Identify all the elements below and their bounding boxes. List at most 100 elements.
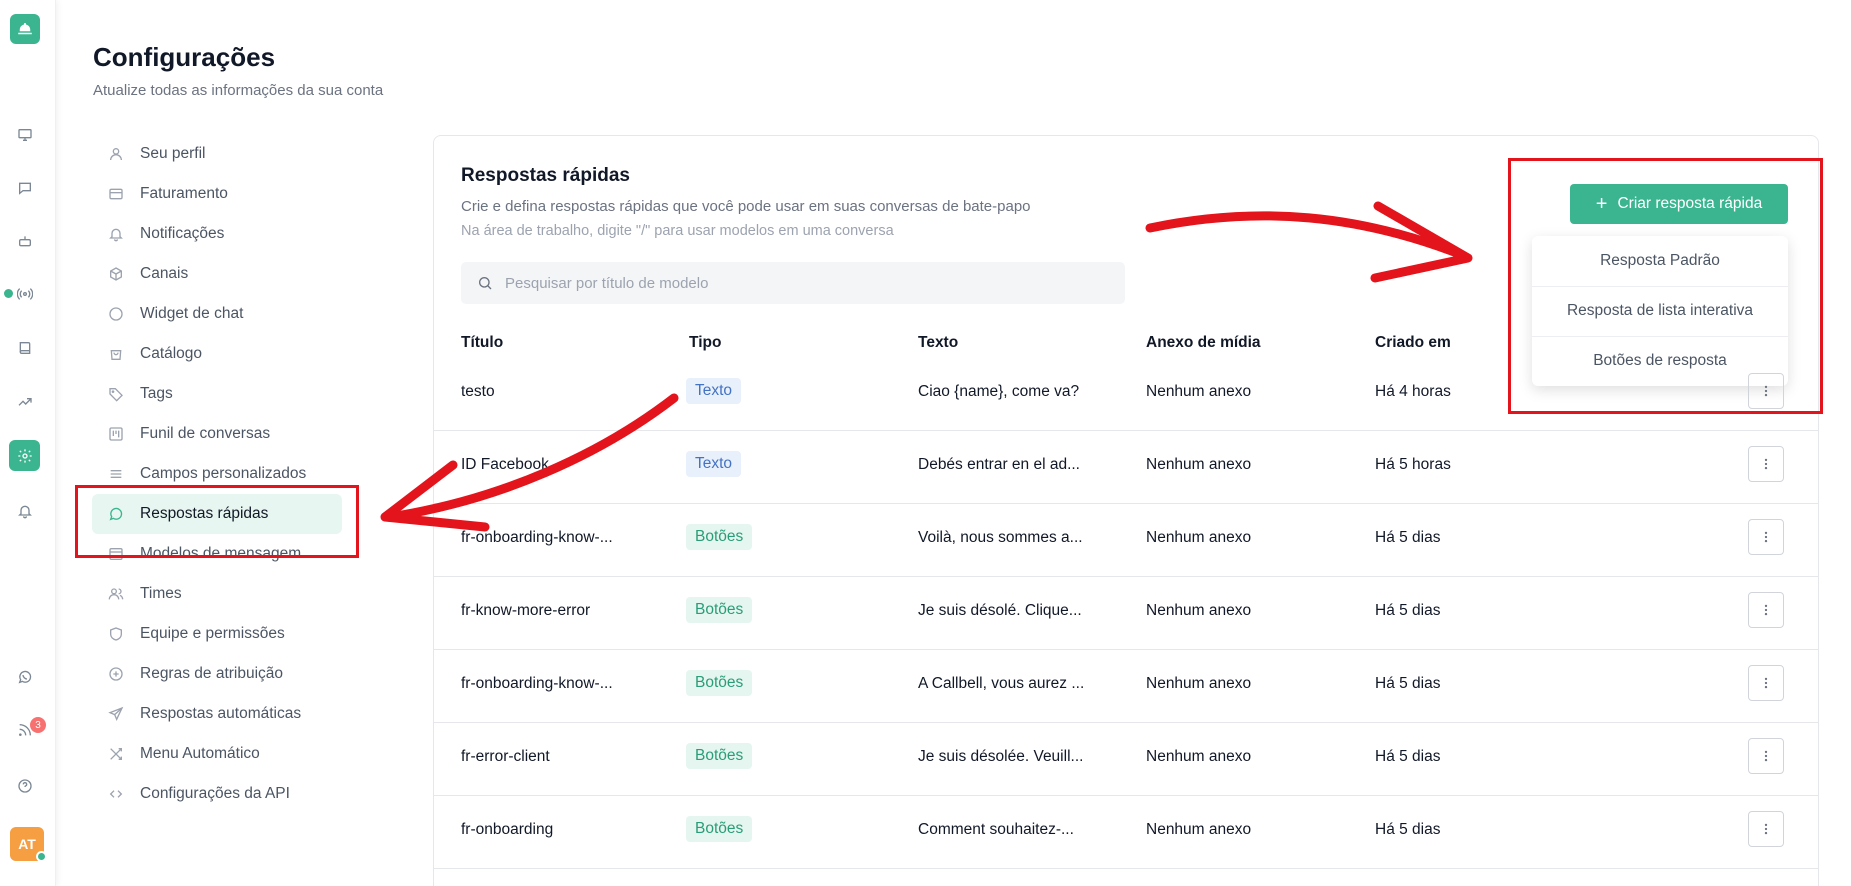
type-badge: Botões (686, 670, 753, 696)
cell-text: Voilà, nous sommes a... (918, 529, 1083, 546)
search-input[interactable] (505, 274, 1105, 292)
more-vertical-icon (1764, 823, 1768, 835)
annotation-box-create-menu (1508, 158, 1823, 414)
cell-created: Há 5 dias (1375, 821, 1441, 838)
more-vertical-icon (1764, 750, 1768, 762)
nav-item-canais[interactable]: Canais (92, 254, 342, 294)
search-icon (479, 277, 492, 290)
plus-circle-icon (109, 667, 123, 681)
nav-item-times[interactable]: Times (92, 574, 342, 614)
cell-text: A Callbell, vous aurez ... (918, 675, 1085, 692)
trending-icon[interactable] (14, 391, 36, 413)
cell-text: Ciao {name}, come va? (918, 383, 1080, 400)
user-icon (110, 148, 122, 161)
online-status-dot (4, 289, 13, 298)
nav-item-respostas-automaticas[interactable]: Respostas automáticas (92, 694, 342, 734)
nav-item-label: Equipe e permissões (140, 625, 285, 642)
gear-icon[interactable] (9, 440, 40, 471)
cell-media: Nenhum anexo (1146, 602, 1252, 619)
row-actions-button[interactable] (1748, 665, 1784, 701)
nav-item-label: Canais (140, 265, 189, 282)
cell-media: Nenhum anexo (1146, 675, 1252, 692)
cell-title: fr-error-client (461, 748, 550, 765)
table-row: fr-onboarding Botões Comment souhaitez-.… (434, 796, 1818, 869)
row-actions-button[interactable] (1748, 592, 1784, 628)
circle-icon (109, 307, 123, 321)
nav-item-notificacoes[interactable]: Notificações (92, 214, 342, 254)
type-badge: Botões (686, 743, 753, 769)
app-rail: 3 AT (0, 0, 56, 886)
cube-icon (110, 267, 122, 281)
cell-title: testo (461, 383, 495, 400)
send-icon (108, 706, 124, 721)
chat-icon[interactable] (14, 177, 36, 199)
table-row: fr-know-more-error Botões Je suis désolé… (434, 577, 1818, 650)
page-subtitle: Atualize todas as informações da sua con… (93, 82, 384, 99)
column-header-type: Tipo (689, 334, 722, 351)
cell-text: Je suis désolée. Veuill... (918, 748, 1084, 765)
row-actions-button[interactable] (1748, 738, 1784, 774)
bot-icon[interactable] (14, 230, 36, 252)
cell-media: Nenhum anexo (1146, 748, 1252, 765)
nav-item-faturamento[interactable]: Faturamento (92, 174, 342, 214)
cell-media: Nenhum anexo (1146, 456, 1252, 473)
nav-item-label: Menu Automático (140, 745, 260, 762)
nav-item-regras-de-atribuicao[interactable]: Regras de atribuição (92, 654, 342, 694)
nav-item-catalogo[interactable]: Catálogo (92, 334, 342, 374)
nav-item-label: Notificações (140, 225, 225, 242)
cell-title: fr-know-more-error (461, 602, 591, 619)
cell-created: Há 5 horas (1375, 456, 1451, 473)
nav-item-equipe-e-permissoes[interactable]: Equipe e permissões (92, 614, 342, 654)
nav-item-label: Seu perfil (140, 145, 206, 162)
nav-item-seu-perfil[interactable]: Seu perfil (92, 134, 342, 174)
cell-created: Há 5 dias (1375, 675, 1441, 692)
type-badge: Botões (686, 597, 753, 623)
nav-item-funil-de-conversas[interactable]: Funil de conversas (92, 414, 342, 454)
nav-item-label: Catálogo (140, 345, 203, 362)
type-badge: Botões (686, 816, 753, 842)
more-vertical-icon (1764, 604, 1768, 616)
cell-media: Nenhum anexo (1146, 821, 1252, 838)
help-icon[interactable] (14, 775, 36, 797)
cell-created: Há 5 dias (1375, 748, 1441, 765)
nav-item-label: Funil de conversas (140, 425, 271, 442)
column-header-text: Texto (918, 334, 959, 351)
monitor-icon[interactable] (14, 124, 36, 146)
table-row: fr-error-client Botões Je suis désolée. … (434, 723, 1818, 796)
page-title: Configurações (93, 42, 276, 72)
nav-item-label: Widget de chat (140, 305, 244, 322)
more-vertical-icon (1764, 677, 1768, 689)
annotation-box-nav-item (75, 485, 359, 558)
whatsapp-icon[interactable] (14, 666, 36, 688)
row-actions-button[interactable] (1748, 519, 1784, 555)
tag-icon (109, 388, 123, 402)
nav-item-tags[interactable]: Tags (92, 374, 342, 414)
panel-description: Crie e defina respostas rápidas que você… (461, 198, 1031, 215)
column-header-created: Criado em (1375, 334, 1451, 351)
nav-item-menu-automatico[interactable]: Menu Automático (92, 734, 342, 774)
row-actions-button[interactable] (1748, 446, 1784, 482)
cell-created: Há 5 dias (1375, 602, 1441, 619)
nav-item-label: Regras de atribuição (140, 665, 284, 682)
panel-title: Respostas rápidas (461, 165, 630, 186)
panel-hint: Na área de trabalho, digite "/" para usa… (461, 223, 894, 239)
bell-icon[interactable] (14, 500, 36, 522)
broadcast-icon[interactable] (14, 283, 36, 305)
nav-item-label: Configurações da API (140, 785, 290, 802)
nav-item-configuracoes-da-api[interactable]: Configurações da API (92, 774, 342, 814)
shuffle-icon (110, 748, 122, 760)
search-box (461, 262, 1125, 304)
avatar-status-dot (36, 851, 47, 862)
cell-title: ID Facebook (461, 456, 549, 473)
book-icon[interactable] (14, 337, 36, 359)
bell-logo-icon[interactable] (10, 14, 40, 44)
kanban-icon (109, 427, 123, 441)
bell-icon (109, 228, 123, 242)
nav-item-widget-de-chat[interactable]: Widget de chat (92, 294, 342, 334)
row-actions-button[interactable] (1748, 811, 1784, 847)
type-badge: Texto (686, 451, 742, 477)
cell-text: Comment souhaitez-... (918, 821, 1074, 838)
nav-item-label: Faturamento (140, 185, 228, 202)
type-badge: Texto (686, 378, 742, 404)
type-badge: Botões (686, 524, 753, 550)
